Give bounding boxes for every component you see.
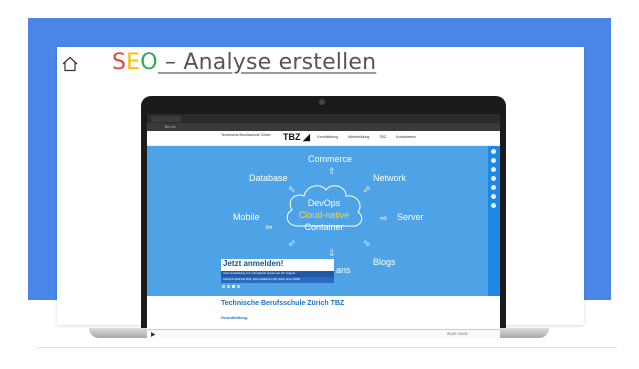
player-time: 00:00 / 00:00 bbox=[447, 332, 468, 336]
label-mobile: Mobile bbox=[233, 212, 260, 222]
nav-item-tbz[interactable]: TBZ bbox=[379, 135, 386, 139]
camera-icon bbox=[319, 99, 325, 105]
label-network: Network bbox=[373, 173, 407, 183]
site-logo-text[interactable]: Technische Berufsschule Zürich bbox=[221, 133, 270, 137]
chat-icon[interactable] bbox=[491, 149, 496, 154]
browser-tab[interactable] bbox=[151, 116, 181, 122]
cta-line-2[interactable]: Verkürzt jetzt bei Dipl. Informatiker/in… bbox=[221, 277, 334, 283]
cta-button[interactable]: Jetzt anmelden! bbox=[223, 259, 283, 268]
label-blogs: Blogs bbox=[373, 257, 396, 267]
share-icon[interactable] bbox=[491, 203, 496, 208]
home-icon[interactable] bbox=[62, 56, 78, 72]
cloud-native: Cloud-native bbox=[298, 210, 350, 220]
nav-item-grundbildung[interactable]: Grundbildung bbox=[317, 135, 338, 139]
title-rest: – Analyse erstellen bbox=[157, 50, 377, 75]
nav-item-weiterbildung[interactable]: Weiterbildung bbox=[348, 135, 369, 139]
carousel-dot[interactable] bbox=[222, 285, 225, 288]
arrow-left-icon: ⇦ bbox=[265, 222, 273, 232]
school-title: Technische Berufsschule Zürich TBZ bbox=[221, 300, 345, 307]
arrow-right-icon: ⇨ bbox=[380, 213, 388, 223]
calendar-icon[interactable] bbox=[491, 185, 496, 190]
location-icon[interactable] bbox=[491, 167, 496, 172]
label-apps: ans bbox=[336, 265, 351, 275]
carousel-dot[interactable] bbox=[232, 285, 235, 288]
cloud-container: Container bbox=[304, 222, 344, 232]
slide-frame: SEO – Analyse erstellen tbz.ch Technisch… bbox=[0, 0, 639, 369]
site-nav: Grundbildung Weiterbildung TBZ Kontaktie… bbox=[317, 135, 416, 139]
browser-address-bar[interactable] bbox=[147, 123, 500, 131]
section-heading[interactable]: Grundbildung bbox=[221, 315, 247, 320]
divider bbox=[37, 347, 617, 348]
arrow-down-left-icon: ⬃ bbox=[288, 238, 296, 248]
carousel-dot[interactable] bbox=[237, 285, 240, 288]
arrow-down-right-icon: ⬂ bbox=[363, 238, 371, 248]
site-logo[interactable]: TBZ ◢ bbox=[283, 132, 310, 143]
title-letter-e: E bbox=[126, 50, 141, 75]
label-commerce: Commerce bbox=[308, 154, 353, 164]
arrow-up-icon: ⇧ bbox=[328, 166, 336, 176]
cloud-devops: DevOps bbox=[307, 198, 341, 208]
settings-icon[interactable] bbox=[491, 194, 496, 199]
address-text: tbz.ch bbox=[165, 124, 176, 129]
nav-item-kontakt[interactable]: Kontaktieren bbox=[396, 135, 416, 139]
help-icon[interactable] bbox=[491, 176, 496, 181]
play-icon[interactable]: ▶ bbox=[151, 331, 156, 338]
page-title: SEO – Analyse erstellen bbox=[112, 50, 376, 75]
label-server: Server bbox=[397, 212, 424, 222]
screen-content: tbz.ch Technische Berufsschule Zürich TB… bbox=[147, 114, 500, 329]
title-letter-s: S bbox=[112, 50, 127, 75]
search-icon[interactable] bbox=[491, 158, 496, 163]
title-letter-o: O bbox=[140, 50, 158, 75]
carousel-dot[interactable] bbox=[227, 285, 230, 288]
browser-tab-bar bbox=[147, 114, 500, 123]
arrow-down-icon: ⇩ bbox=[328, 248, 336, 258]
carousel-dots bbox=[222, 285, 240, 288]
